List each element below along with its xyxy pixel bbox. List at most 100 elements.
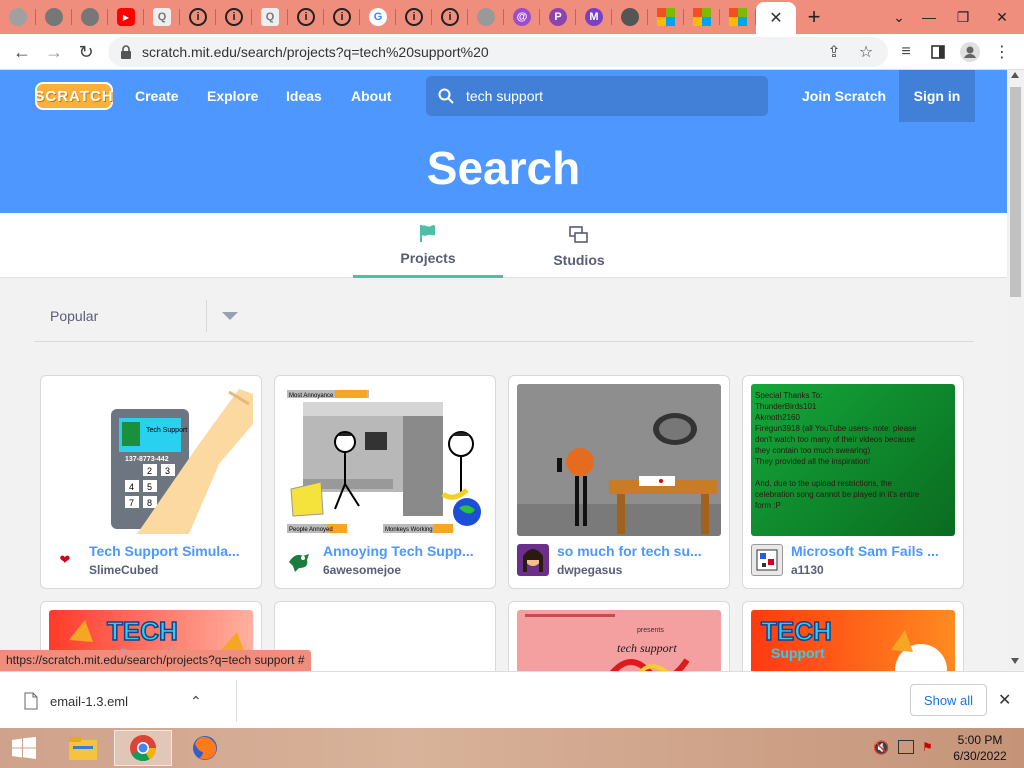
info-tab-icon: i xyxy=(225,8,243,26)
project-card[interactable]: Tech Support 137-8773-442 2 3 4 5 7 8 ❤ … xyxy=(40,375,262,589)
browser-tab[interactable]: ▶ xyxy=(108,0,144,34)
browser-tab[interactable]: P xyxy=(540,0,576,34)
credits-line: And, due to the upload restrictions, the xyxy=(755,479,892,488)
forward-button[interactable]: → xyxy=(38,36,70,68)
search-input[interactable]: tech support xyxy=(426,76,768,116)
credits-line: Firegun3918 (all YouTube users- note: pl… xyxy=(755,424,917,433)
join-scratch-link[interactable]: Join Scratch xyxy=(802,70,886,122)
close-window-button[interactable]: ✕ xyxy=(982,0,1022,34)
close-shelf-icon[interactable]: ✕ xyxy=(998,690,1011,710)
author-avatar[interactable] xyxy=(517,544,549,576)
sign-in-button[interactable]: Sign in xyxy=(899,70,975,122)
file-explorer-taskbar-button[interactable] xyxy=(54,730,112,766)
browser-tab[interactable] xyxy=(0,0,36,34)
scratch-logo[interactable]: SCRATCH xyxy=(34,82,113,110)
project-card[interactable]: presents tech support xyxy=(508,601,730,681)
download-item[interactable]: email-1.3.eml ⌃ xyxy=(24,692,202,710)
close-tab-icon[interactable]: ✕ xyxy=(769,8,782,28)
reload-button[interactable]: ↻ xyxy=(70,36,102,68)
browser-tab[interactable] xyxy=(648,0,684,34)
share-button[interactable]: ⇪ xyxy=(818,36,850,68)
windows-logo-icon xyxy=(12,737,36,759)
restore-button[interactable]: ❐ xyxy=(948,0,978,34)
project-author[interactable]: 6awesomejoe xyxy=(323,563,401,577)
browser-tab[interactable]: @ xyxy=(504,0,540,34)
credits-line: Special Thanks To: xyxy=(755,391,823,400)
scrollbar-thumb[interactable] xyxy=(1010,87,1021,297)
firefox-taskbar-button[interactable] xyxy=(176,730,234,766)
browser-tab[interactable] xyxy=(720,0,756,34)
browser-tab[interactable] xyxy=(612,0,648,34)
project-thumbnail[interactable]: Most Annoyance People Annoyed Monkeys Wo… xyxy=(283,384,487,536)
project-title[interactable]: Microsoft Sam Fails ... xyxy=(791,543,955,559)
bookmark-button[interactable]: ☆ xyxy=(850,36,882,68)
show-all-button[interactable]: Show all xyxy=(910,684,987,716)
browser-tab[interactable]: Q xyxy=(252,0,288,34)
project-card[interactable]: Special Thanks To: ThunderBirds101 Akmoth2… xyxy=(742,375,964,589)
author-avatar[interactable] xyxy=(283,544,315,576)
project-author[interactable]: a1130 xyxy=(791,563,824,577)
profile-button[interactable] xyxy=(954,36,986,68)
side-panel-button[interactable] xyxy=(922,36,954,68)
scroll-down-arrow-icon[interactable] xyxy=(1011,658,1019,664)
browser-tab[interactable]: Q xyxy=(144,0,180,34)
project-thumbnail[interactable]: Tech Support 137-8773-442 2 3 4 5 7 8 xyxy=(49,384,253,536)
tab-search-button[interactable]: ⌄ xyxy=(884,0,914,34)
minimize-button[interactable]: — xyxy=(914,0,944,34)
page-scrollbar[interactable] xyxy=(1007,70,1024,670)
author-avatar[interactable] xyxy=(751,544,783,576)
credits-line: don't watch too many of their videos bec… xyxy=(755,435,915,444)
start-button[interactable] xyxy=(6,734,42,762)
new-tab-button[interactable]: + xyxy=(796,0,832,34)
browser-tab[interactable]: i xyxy=(324,0,360,34)
project-author[interactable]: SlimeCubed xyxy=(89,563,158,577)
network-icon[interactable] xyxy=(898,740,914,754)
project-card[interactable]: Most Annoyance People Annoyed Monkeys Wo… xyxy=(274,375,496,589)
scroll-up-arrow-icon[interactable] xyxy=(1011,72,1019,78)
microsoft-tab-icon xyxy=(693,8,711,26)
browser-tab[interactable]: i xyxy=(216,0,252,34)
menu-button[interactable]: ⋮ xyxy=(986,36,1018,68)
browser-tab[interactable] xyxy=(684,0,720,34)
project-thumbnail[interactable]: Special Thanks To: ThunderBirds101 Akmoth2… xyxy=(751,384,955,536)
reading-list-button[interactable]: ≡ xyxy=(890,36,922,68)
url-text: scratch.mit.edu/search/projects?q=tech%2… xyxy=(142,44,489,60)
browser-tab[interactable]: i xyxy=(288,0,324,34)
minimize-icon: — xyxy=(922,9,936,25)
author-avatar[interactable]: ❤ xyxy=(49,544,81,576)
tab-studios[interactable]: Studios xyxy=(504,213,654,278)
office-cubicle-image: Most Annoyance People Annoyed Monkeys Wo… xyxy=(283,384,487,536)
project-title[interactable]: Annoying Tech Supp... xyxy=(323,543,487,559)
restore-icon: ❐ xyxy=(956,8,970,25)
chrome-taskbar-button[interactable] xyxy=(114,730,172,766)
nav-explore[interactable]: Explore xyxy=(207,70,258,122)
active-tab[interactable]: ✕ xyxy=(756,2,796,34)
project-card[interactable]: so much for tech su... dwpegasus xyxy=(508,375,730,589)
address-bar[interactable]: scratch.mit.edu/search/projects?q=tech%2… xyxy=(108,37,888,67)
credits-line: they contain too much swearing) xyxy=(755,446,871,455)
project-card[interactable]: TECH Support xyxy=(742,601,964,681)
nav-about[interactable]: About xyxy=(351,70,391,122)
browser-tab[interactable] xyxy=(468,0,504,34)
project-title[interactable]: so much for tech su... xyxy=(557,543,721,559)
browser-tab[interactable]: M xyxy=(576,0,612,34)
browser-tab[interactable]: i xyxy=(432,0,468,34)
browser-tab[interactable] xyxy=(36,0,72,34)
browser-tab[interactable]: i xyxy=(180,0,216,34)
action-center-icon[interactable]: ⚑ xyxy=(922,740,933,754)
taskbar-clock[interactable]: 5:00 PM 6/30/2022 xyxy=(948,732,1012,764)
browser-tab[interactable]: G xyxy=(360,0,396,34)
tab-projects[interactable]: Projects xyxy=(353,213,503,278)
browser-tab[interactable]: i xyxy=(396,0,432,34)
nav-create[interactable]: Create xyxy=(135,70,179,122)
back-button[interactable]: ← xyxy=(6,36,38,68)
nav-ideas[interactable]: Ideas xyxy=(286,70,322,122)
microsoft-tab-icon xyxy=(729,8,747,26)
browser-tab[interactable] xyxy=(72,0,108,34)
project-title[interactable]: Tech Support Simula... xyxy=(89,543,253,559)
volume-muted-icon[interactable]: 🔇 xyxy=(873,740,889,756)
project-thumbnail[interactable] xyxy=(517,384,721,536)
sort-dropdown[interactable]: Popular xyxy=(34,300,974,342)
chevron-up-icon[interactable]: ⌃ xyxy=(190,693,202,710)
project-author[interactable]: dwpegasus xyxy=(557,563,622,577)
